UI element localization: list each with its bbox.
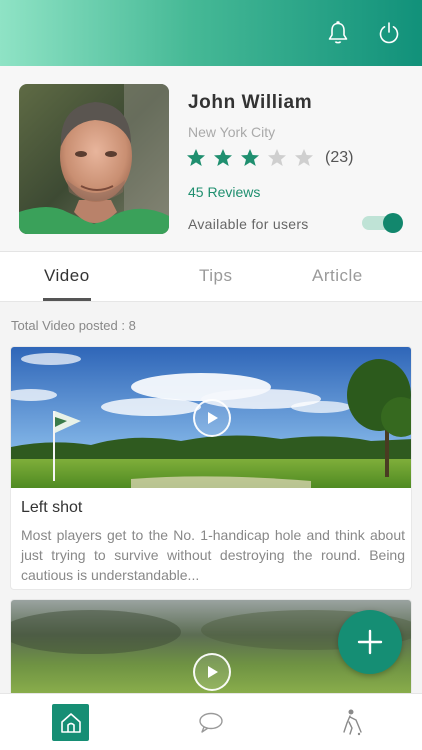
active-tab-indicator xyxy=(43,298,91,301)
star-icon xyxy=(187,149,205,166)
bottom-nav xyxy=(0,693,422,750)
bell-icon[interactable] xyxy=(324,19,352,47)
plus-icon xyxy=(357,629,383,655)
add-video-button[interactable] xyxy=(338,610,402,674)
top-bar xyxy=(0,0,422,66)
golfer-icon[interactable] xyxy=(338,708,364,736)
reviews-link[interactable]: 45 Reviews xyxy=(188,184,260,200)
video-title: Left shot xyxy=(21,499,83,516)
star-icon xyxy=(214,149,232,166)
avatar xyxy=(19,84,169,234)
play-icon[interactable] xyxy=(193,399,231,437)
profile-name: John William xyxy=(188,92,313,113)
app-screen: John William New York City (23) 45 Revie… xyxy=(0,0,422,750)
tab-tips[interactable]: Tips xyxy=(199,266,233,286)
tab-video[interactable]: Video xyxy=(44,266,90,286)
video-thumbnail[interactable] xyxy=(11,347,411,488)
home-icon[interactable] xyxy=(52,704,89,741)
star-empty-icon xyxy=(268,149,286,166)
profile-card: John William New York City (23) 45 Revie… xyxy=(0,66,422,252)
rating-count: (23) xyxy=(325,149,354,166)
star-rating: (23) xyxy=(186,148,353,168)
power-icon[interactable] xyxy=(375,19,403,47)
profile-city: New York City xyxy=(188,124,276,140)
total-videos-label: Total Video posted : 8 xyxy=(11,318,136,333)
toggle-knob xyxy=(383,213,403,233)
availability-label: Available for users xyxy=(188,216,309,232)
star-empty-icon xyxy=(295,149,313,166)
tab-article[interactable]: Article xyxy=(312,266,363,286)
chat-icon[interactable] xyxy=(198,711,224,735)
availability-toggle[interactable] xyxy=(362,213,403,233)
video-card[interactable]: Left shot Most players get to the No. 1-… xyxy=(10,346,412,590)
star-icon xyxy=(241,149,259,166)
play-icon[interactable] xyxy=(193,653,231,691)
video-description: Most players get to the No. 1-handicap h… xyxy=(21,527,405,583)
content-tabs: Video Tips Article xyxy=(0,252,422,302)
